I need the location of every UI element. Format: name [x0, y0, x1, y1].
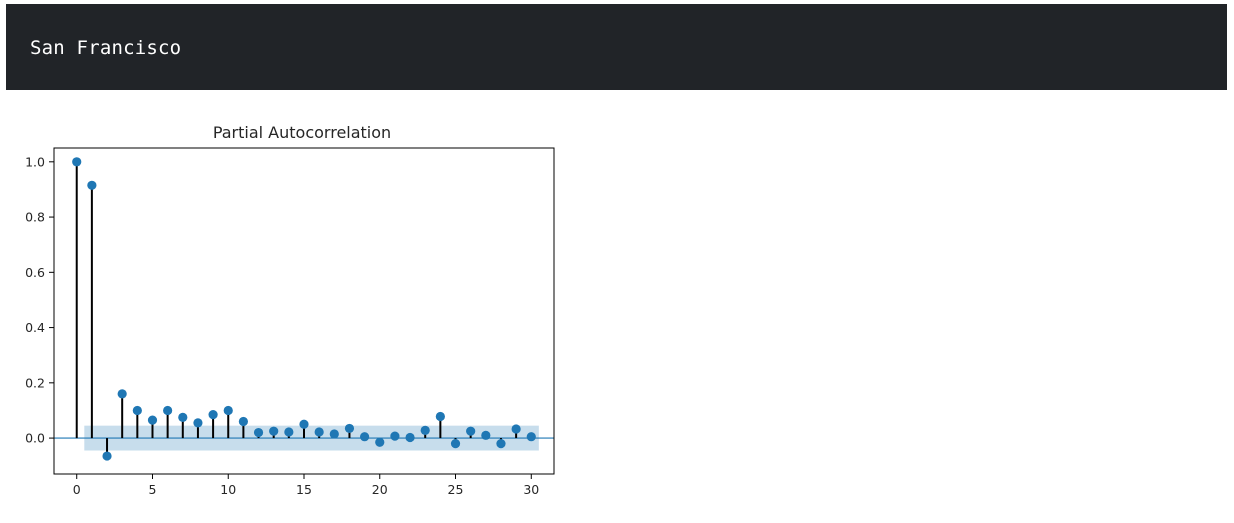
x-tick-label: 5	[149, 482, 157, 497]
point-lag-30	[526, 432, 536, 442]
point-lag-12	[253, 427, 264, 438]
point-lag-17	[329, 429, 339, 439]
point-lag-16	[314, 427, 324, 437]
point-lag-14	[284, 427, 294, 437]
pacf-chart: Partial Autocorrelation 0 5 10 15 20 25 30 0.0 0…	[25, 123, 555, 497]
y-tick-label: 1.0	[25, 154, 45, 169]
point-lag-26	[466, 426, 476, 436]
point-lag-6	[163, 405, 173, 416]
point-lag-3	[117, 389, 127, 399]
point-lag-15	[299, 419, 309, 429]
point-lag-10	[223, 405, 233, 416]
point-lag-2	[102, 451, 112, 461]
point-lag-5	[147, 415, 158, 425]
point-lag-28	[496, 439, 506, 449]
x-tick-label: 30	[523, 482, 539, 497]
city-header: San Francisco	[6, 4, 1227, 90]
y-tick-label: 0.2	[25, 375, 45, 390]
point-lag-1	[87, 180, 97, 190]
point-lag-25	[450, 439, 461, 449]
point-lag-24	[435, 411, 445, 422]
point-lag-7	[178, 412, 188, 422]
pacf-chart-container: Partial Autocorrelation 0 5 10 15 20 25 30 0.0 0…	[0, 110, 580, 523]
y-tick-label: 0.0	[25, 431, 45, 446]
point-lag-4	[132, 405, 142, 416]
chart-title: Partial Autocorrelation	[213, 123, 391, 142]
x-tick-label: 20	[372, 482, 388, 497]
point-lag-20	[375, 437, 385, 447]
point-lag-22	[405, 432, 415, 443]
point-lag-11	[238, 416, 248, 427]
y-tick-label: 0.6	[25, 265, 45, 280]
point-lag-8	[193, 418, 203, 428]
x-tick-label: 0	[73, 482, 81, 497]
point-lag-29	[511, 424, 521, 434]
point-lag-0	[72, 157, 82, 167]
x-tick-label: 10	[220, 482, 236, 497]
y-tick-label: 0.8	[25, 210, 45, 225]
point-lag-27	[481, 430, 491, 440]
x-tick-label: 25	[448, 482, 464, 497]
marker-layer	[72, 157, 536, 461]
y-tick-label: 0.4	[25, 320, 45, 335]
point-lag-21	[390, 431, 400, 441]
point-lag-9	[208, 410, 218, 420]
point-lag-13	[269, 426, 279, 436]
point-lag-18	[344, 423, 355, 434]
city-title: San Francisco	[30, 37, 182, 59]
point-lag-19	[360, 432, 370, 442]
point-lag-23	[420, 425, 430, 435]
x-tick-label: 15	[296, 482, 312, 497]
stem-layer	[75, 161, 533, 457]
